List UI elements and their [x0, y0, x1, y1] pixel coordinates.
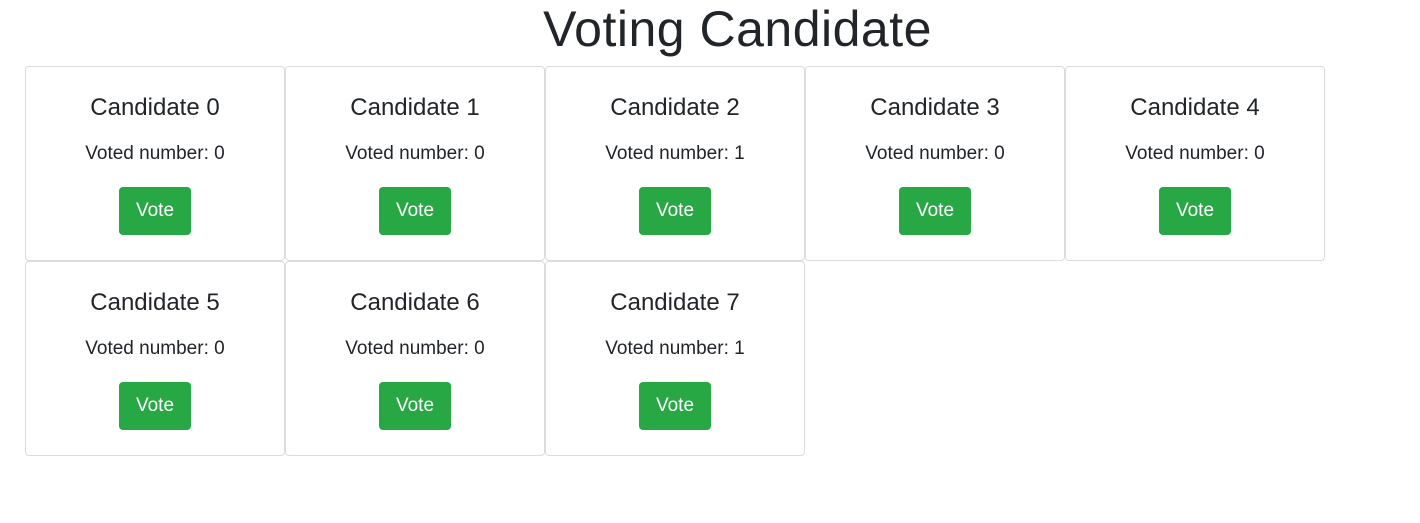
candidate-name: Candidate 1 — [350, 94, 480, 121]
voted-number-value: 0 — [214, 338, 225, 359]
voted-number-label: Voted number: — [85, 338, 215, 359]
vote-button[interactable]: Vote — [379, 382, 451, 430]
voted-number-label: Voted number: — [865, 143, 995, 164]
voted-number: Voted number: 1 — [546, 142, 804, 166]
voted-number: Voted number: 0 — [806, 142, 1064, 166]
vote-button[interactable]: Vote — [379, 187, 451, 235]
candidate-name: Candidate 3 — [870, 94, 1000, 121]
candidate-card: Candidate 1 Voted number: 0 Vote — [285, 66, 545, 261]
candidate-name: Candidate 4 — [1130, 94, 1260, 121]
voted-number-label: Voted number: — [85, 143, 215, 164]
voted-number: Voted number: 0 — [286, 142, 544, 166]
voted-number-label: Voted number: — [1125, 143, 1255, 164]
voted-number-value: 1 — [734, 338, 745, 359]
vote-button[interactable]: Vote — [639, 187, 711, 235]
vote-button[interactable]: Vote — [899, 187, 971, 235]
candidate-card: Candidate 4 Voted number: 0 Vote — [1065, 66, 1325, 261]
vote-button[interactable]: Vote — [119, 382, 191, 430]
candidate-card: Candidate 3 Voted number: 0 Vote — [805, 66, 1065, 261]
page-title: Voting Candidate — [543, 1, 932, 57]
voted-number-value: 1 — [734, 143, 745, 164]
voted-number-value: 0 — [994, 143, 1005, 164]
vote-button[interactable]: Vote — [119, 187, 191, 235]
candidate-card: Candidate 2 Voted number: 1 Vote — [545, 66, 805, 261]
voted-number-value: 0 — [1254, 143, 1265, 164]
candidate-name: Candidate 5 — [90, 289, 220, 316]
vote-button[interactable]: Vote — [1159, 187, 1231, 235]
voted-number: Voted number: 0 — [286, 337, 544, 361]
voted-number: Voted number: 1 — [546, 337, 804, 361]
candidate-card: Candidate 0 Voted number: 0 Vote — [25, 66, 285, 261]
candidate-card: Candidate 7 Voted number: 1 Vote — [545, 261, 805, 456]
voted-number-value: 0 — [214, 143, 225, 164]
voted-number-label: Voted number: — [345, 338, 475, 359]
voted-number: Voted number: 0 — [26, 337, 284, 361]
voted-number-label: Voted number: — [345, 143, 475, 164]
voted-number-value: 0 — [474, 143, 485, 164]
candidate-grid: Candidate 0 Voted number: 0 Vote Candidate … — [25, 66, 1325, 456]
candidate-name: Candidate 7 — [610, 289, 740, 316]
candidate-name: Candidate 0 — [90, 94, 220, 121]
candidate-name: Candidate 6 — [350, 289, 480, 316]
vote-button[interactable]: Vote — [639, 382, 711, 430]
voted-number-label: Voted number: — [605, 338, 735, 359]
candidate-card: Candidate 6 Voted number: 0 Vote — [285, 261, 545, 456]
voted-number-value: 0 — [474, 338, 485, 359]
candidate-name: Candidate 2 — [610, 94, 740, 121]
voted-number: Voted number: 0 — [26, 142, 284, 166]
voted-number: Voted number: 0 — [1066, 142, 1324, 166]
voted-number-label: Voted number: — [605, 143, 735, 164]
candidate-card: Candidate 5 Voted number: 0 Vote — [25, 261, 285, 456]
